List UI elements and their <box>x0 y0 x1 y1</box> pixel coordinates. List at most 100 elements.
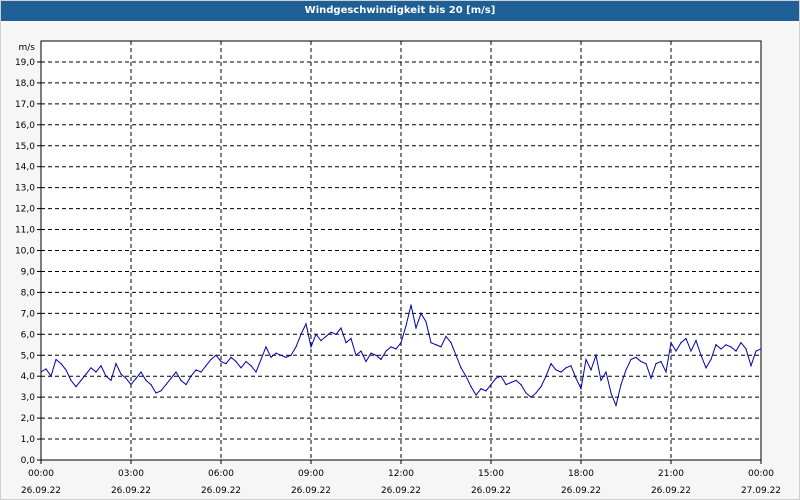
data-point <box>70 379 72 381</box>
x-tick-date-label: 26.09.22 <box>561 486 601 496</box>
data-point <box>595 354 597 356</box>
y-tick-label: 8,0 <box>21 288 36 298</box>
x-tick-time-label: 18:00 <box>568 469 594 479</box>
data-point <box>130 383 132 386</box>
data-point <box>230 356 232 358</box>
y-tick-label: 0,0 <box>21 456 36 466</box>
x-tick-time-label: 09:00 <box>298 469 324 479</box>
data-point <box>265 346 267 348</box>
data-point <box>675 350 677 352</box>
data-point <box>760 348 762 350</box>
data-point <box>505 383 507 386</box>
data-point <box>570 365 572 367</box>
data-point <box>365 360 367 363</box>
data-point <box>390 346 392 348</box>
data-point <box>355 354 357 356</box>
data-point <box>545 375 547 377</box>
data-point <box>460 367 462 369</box>
data-point <box>735 350 737 352</box>
data-point <box>160 390 162 392</box>
data-point <box>640 360 642 363</box>
data-point <box>405 325 407 327</box>
data-point <box>580 388 582 390</box>
data-point <box>115 363 117 365</box>
data-point <box>420 312 422 314</box>
data-point <box>540 386 542 388</box>
data-point <box>315 333 317 335</box>
data-point <box>755 350 757 352</box>
data-point <box>590 369 592 371</box>
data-point <box>660 360 662 363</box>
data-point <box>415 327 417 329</box>
data-point <box>655 363 657 365</box>
data-point <box>485 390 487 392</box>
data-point <box>550 363 552 365</box>
data-point <box>410 304 412 306</box>
data-point <box>535 392 537 394</box>
data-point <box>450 342 452 344</box>
data-point <box>680 342 682 344</box>
chart-title: Windgeschwindigkeit bis 20 [m/s] <box>1 1 799 21</box>
data-point <box>710 358 712 361</box>
data-point <box>325 335 327 337</box>
data-point <box>215 354 217 356</box>
x-tick-time-label: 12:00 <box>388 469 414 479</box>
data-point <box>135 377 137 379</box>
data-point <box>445 335 447 337</box>
data-point <box>260 358 262 361</box>
data-point <box>75 386 77 388</box>
data-point <box>690 350 692 352</box>
data-point <box>275 352 277 354</box>
data-point <box>720 348 722 350</box>
data-point <box>455 354 457 356</box>
data-point <box>145 379 147 381</box>
data-point <box>340 327 342 329</box>
x-tick-date-label: 26.09.22 <box>201 486 241 496</box>
data-point <box>620 383 622 386</box>
data-point <box>480 388 482 390</box>
data-point <box>695 339 697 342</box>
data-point <box>185 383 187 386</box>
data-point <box>320 339 322 342</box>
data-point <box>100 365 102 367</box>
y-tick-label: 6,0 <box>21 330 36 340</box>
data-point <box>255 371 257 373</box>
data-point <box>55 358 57 361</box>
data-point <box>180 379 182 381</box>
data-point <box>250 365 252 367</box>
data-point <box>280 354 282 356</box>
data-point <box>605 371 607 373</box>
x-tick-date-label: 26.09.22 <box>471 486 511 496</box>
data-point <box>345 342 347 344</box>
data-point <box>395 348 397 350</box>
data-point <box>740 342 742 344</box>
data-point <box>370 352 372 354</box>
y-tick-label: 14,0 <box>15 163 35 173</box>
data-point <box>685 337 687 340</box>
x-tick-time-label: 00:00 <box>748 469 774 479</box>
data-point <box>600 379 602 381</box>
data-point <box>500 375 502 377</box>
data-point <box>645 363 647 365</box>
data-point <box>470 386 472 388</box>
data-point <box>330 331 332 333</box>
data-point <box>510 381 512 384</box>
y-axis-label: m/s <box>19 43 36 53</box>
data-point <box>465 375 467 377</box>
data-point <box>105 375 107 377</box>
data-point <box>745 348 747 350</box>
data-point <box>285 356 287 358</box>
x-tick-date-label: 26.09.22 <box>381 486 421 496</box>
data-point <box>385 350 387 352</box>
data-point <box>435 344 437 346</box>
data-point <box>305 323 307 325</box>
data-point <box>530 396 532 398</box>
y-tick-label: 11,0 <box>15 226 35 236</box>
data-point <box>350 337 352 340</box>
data-point <box>205 365 207 367</box>
x-tick-time-label: 00:00 <box>28 469 54 479</box>
y-tick-label: 18,0 <box>15 79 35 89</box>
y-tick-label: 4,0 <box>21 372 36 382</box>
data-point <box>700 354 702 356</box>
data-point <box>400 342 402 344</box>
